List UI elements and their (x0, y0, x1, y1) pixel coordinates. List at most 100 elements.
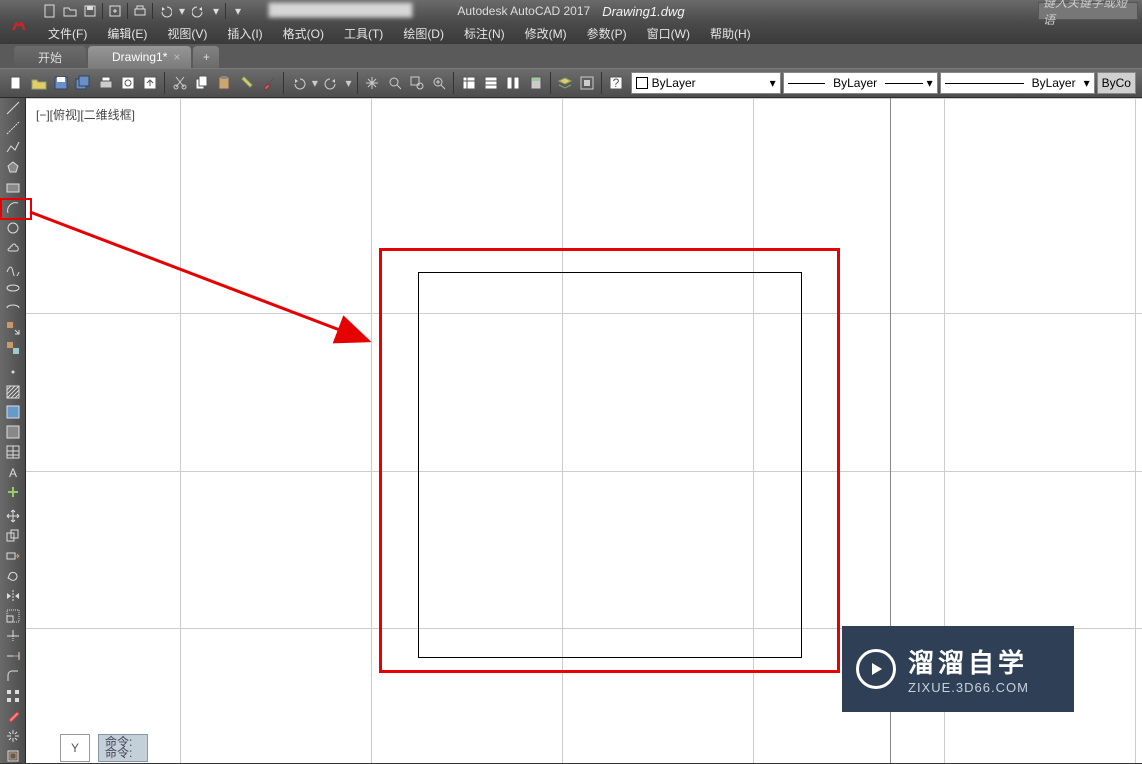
linetype-dropdown[interactable]: ByLayer ▾ (783, 72, 938, 94)
app-title: Autodesk AutoCAD 2017 (457, 4, 590, 19)
menu-format[interactable]: 格式(O) (273, 22, 334, 45)
menu-draw[interactable]: 绘图(D) (393, 22, 454, 45)
qat-dropdown-icon[interactable]: ▾ (230, 3, 246, 19)
menu-parametric[interactable]: 参数(P) (577, 22, 637, 45)
tab-drawing1[interactable]: Drawing1* × (88, 46, 191, 68)
tb-open-icon[interactable] (28, 72, 48, 94)
erase-icon[interactable] (3, 708, 23, 724)
help-search-input[interactable]: 键入关键字或短语 (1038, 2, 1138, 20)
qat-save-icon[interactable] (82, 3, 98, 19)
circle-icon[interactable] (3, 220, 23, 236)
hatch-icon[interactable] (3, 384, 23, 400)
trim-icon[interactable] (3, 628, 23, 644)
ucs-y-label: Y (60, 734, 90, 762)
qat-saveas-icon[interactable] (107, 3, 123, 19)
tb-preview-icon[interactable] (118, 72, 138, 94)
line-icon[interactable] (3, 100, 23, 116)
menu-dimension[interactable]: 标注(N) (454, 22, 515, 45)
tb-sheet-icon[interactable] (481, 72, 501, 94)
tb-pan-icon[interactable] (362, 72, 382, 94)
qat-redo-icon[interactable] (191, 3, 207, 19)
stretch-icon[interactable] (3, 548, 23, 564)
tb-plot-icon[interactable] (95, 72, 115, 94)
menu-help[interactable]: 帮助(H) (700, 22, 761, 45)
offset-icon[interactable] (3, 748, 23, 764)
menu-tools[interactable]: 工具(T) (334, 22, 393, 45)
polygon-icon[interactable] (3, 160, 23, 176)
tab-new-button[interactable]: + (193, 46, 219, 68)
document-name: Drawing1.dwg (602, 4, 684, 19)
rectangle-icon[interactable] (3, 180, 23, 196)
command-history[interactable]: 命令: 命令: (98, 734, 148, 762)
menu-view[interactable]: 视图(V) (157, 22, 217, 45)
extend-icon[interactable] (3, 648, 23, 664)
drawing-canvas[interactable]: [−][俯视][二维线框] 溜溜自学 ZIXUE.3D66.COM Y 命令: … (26, 98, 1142, 763)
move-icon[interactable] (3, 508, 23, 524)
chevron-down-icon[interactable]: ▾ (211, 3, 221, 19)
gradient-icon[interactable] (3, 404, 23, 420)
insert-block-icon[interactable] (3, 320, 23, 336)
copy2-icon[interactable] (3, 528, 23, 544)
lineweight-dropdown[interactable]: ByLayer ▾ (940, 72, 1095, 94)
bycolor-label: ByCo (1102, 76, 1131, 90)
tb-save-icon[interactable] (51, 72, 71, 94)
layer-color-dropdown[interactable]: ByLayer ▾ (631, 72, 781, 94)
ellipse-arc-icon[interactable] (3, 300, 23, 316)
menu-insert[interactable]: 插入(I) (217, 22, 272, 45)
tb-block-icon[interactable] (577, 72, 597, 94)
mtext-icon[interactable]: A (3, 464, 23, 480)
tb-palette-icon[interactable] (503, 72, 523, 94)
tb-paste-icon[interactable] (214, 72, 234, 94)
point-icon[interactable] (3, 364, 23, 380)
tb-calc-icon[interactable] (525, 72, 545, 94)
tb-layerprops-icon[interactable] (555, 72, 575, 94)
menu-modify[interactable]: 修改(M) (515, 22, 577, 45)
qat-new-icon[interactable] (42, 3, 58, 19)
table-icon[interactable] (3, 444, 23, 460)
region-icon[interactable] (3, 424, 23, 440)
fillet-icon[interactable] (3, 668, 23, 684)
chevron-down-icon[interactable]: ▾ (310, 72, 319, 94)
tb-redo-icon[interactable] (322, 72, 342, 94)
menu-edit[interactable]: 编辑(E) (97, 22, 157, 45)
qat-open-icon[interactable] (62, 3, 78, 19)
rotate-icon[interactable] (3, 568, 23, 584)
explode-icon[interactable] (3, 728, 23, 744)
mirror-icon[interactable] (3, 588, 23, 604)
spline-icon[interactable] (3, 260, 23, 276)
menu-window[interactable]: 窗口(W) (637, 22, 700, 45)
qat-undo-icon[interactable] (157, 3, 173, 19)
revision-cloud-icon[interactable] (3, 240, 23, 256)
ellipse-icon[interactable] (3, 280, 23, 296)
tb-zoomprev-icon[interactable] (384, 72, 404, 94)
menu-file[interactable]: 文件(F) (38, 22, 97, 45)
construction-line-icon[interactable] (3, 120, 23, 136)
tb-cut-icon[interactable] (169, 72, 189, 94)
tb-publish-icon[interactable] (140, 72, 160, 94)
make-block-icon[interactable] (3, 340, 23, 356)
scale-icon[interactable] (3, 608, 23, 624)
svg-text:?: ? (613, 76, 620, 90)
tab-start[interactable]: 开始 (14, 46, 86, 68)
tb-brush-icon[interactable] (259, 72, 279, 94)
arc-icon[interactable] (3, 200, 23, 216)
array-icon[interactable] (3, 688, 23, 704)
bycolor-button[interactable]: ByCo (1097, 72, 1136, 94)
tb-copy-icon[interactable] (192, 72, 212, 94)
qat-plot-icon[interactable] (132, 3, 148, 19)
chevron-down-icon[interactable]: ▾ (177, 3, 187, 19)
color-swatch-icon (636, 77, 648, 89)
tb-help-icon[interactable]: ? (606, 72, 626, 94)
tb-zoomwin-icon[interactable] (407, 72, 427, 94)
addselected-icon[interactable] (3, 484, 23, 500)
tb-saveall-icon[interactable] (73, 72, 93, 94)
polyline-icon[interactable] (3, 140, 23, 156)
tb-new-icon[interactable] (6, 72, 26, 94)
tb-undo-icon[interactable] (288, 72, 308, 94)
tb-zoomrt-icon[interactable] (429, 72, 449, 94)
chevron-down-icon[interactable]: ▾ (344, 72, 353, 94)
tb-properties-icon[interactable] (458, 72, 478, 94)
tb-match-icon[interactable] (236, 72, 256, 94)
viewport-label[interactable]: [−][俯视][二维线框] (36, 106, 135, 123)
close-icon[interactable]: × (173, 50, 185, 62)
